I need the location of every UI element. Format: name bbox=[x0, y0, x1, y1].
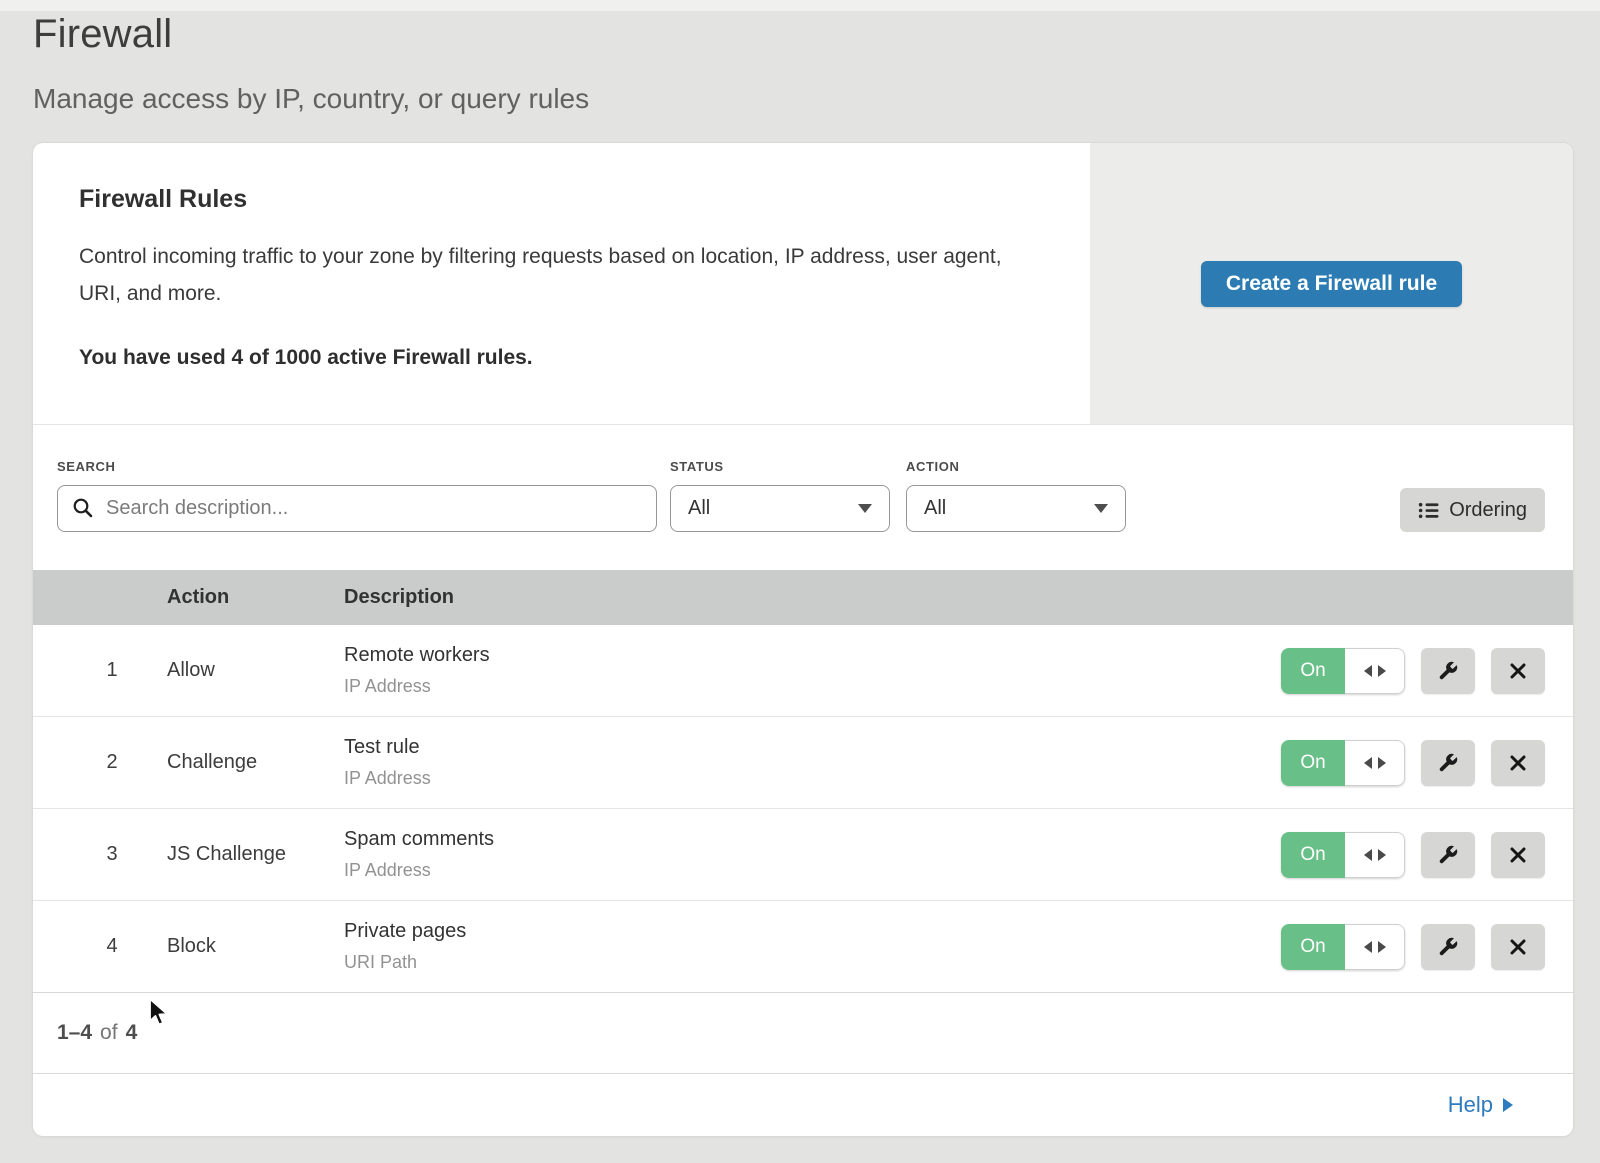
table-row: 3 JS Challenge Spam comments IP Address … bbox=[33, 809, 1573, 901]
rule-priority: 4 bbox=[33, 935, 167, 958]
rule-enabled-toggle[interactable]: On bbox=[1281, 648, 1405, 694]
status-label: STATUS bbox=[670, 459, 890, 474]
toggle-state-label: On bbox=[1281, 740, 1345, 786]
column-header-description: Description bbox=[344, 586, 1233, 609]
toggle-state-label: On bbox=[1281, 832, 1345, 878]
rule-action: Block bbox=[167, 935, 344, 958]
rule-action: Allow bbox=[167, 659, 344, 682]
rule-priority: 2 bbox=[33, 751, 167, 774]
rule-description: Spam comments bbox=[344, 828, 1233, 851]
edit-rule-button[interactable] bbox=[1421, 740, 1475, 786]
wrench-icon bbox=[1437, 660, 1459, 682]
wrench-icon bbox=[1437, 936, 1459, 958]
right-triangle-icon bbox=[1503, 1098, 1513, 1112]
rules-usage-summary: You have used 4 of 1000 active Firewall … bbox=[79, 346, 1030, 370]
rule-enabled-toggle[interactable]: On bbox=[1281, 740, 1405, 786]
rule-controls: On bbox=[1233, 924, 1573, 970]
chevron-down-icon bbox=[858, 504, 872, 513]
create-rule-panel: Create a Firewall rule bbox=[1090, 143, 1573, 424]
toggle-state-label: On bbox=[1281, 648, 1345, 694]
card-footer: Help bbox=[33, 1073, 1573, 1136]
action-select[interactable]: All bbox=[906, 485, 1126, 532]
table-row: 2 Challenge Test rule IP Address On bbox=[33, 717, 1573, 809]
edit-rule-button[interactable] bbox=[1421, 832, 1475, 878]
intro-section: Firewall Rules Control incoming traffic … bbox=[33, 143, 1573, 425]
search-input[interactable] bbox=[57, 485, 657, 532]
status-select[interactable]: All bbox=[670, 485, 890, 532]
page-header: Firewall Manage access by IP, country, o… bbox=[33, 12, 589, 115]
close-icon bbox=[1508, 753, 1528, 773]
table-header-row: Action Description bbox=[33, 570, 1573, 625]
search-icon bbox=[72, 497, 94, 519]
delete-rule-button[interactable] bbox=[1491, 924, 1545, 970]
action-selected-value: All bbox=[924, 497, 946, 520]
create-firewall-rule-button[interactable]: Create a Firewall rule bbox=[1201, 261, 1462, 307]
ordered-list-icon bbox=[1418, 500, 1439, 521]
status-filter-group: STATUS All bbox=[670, 459, 890, 532]
delete-rule-button[interactable] bbox=[1491, 740, 1545, 786]
rule-controls: On bbox=[1233, 832, 1573, 878]
table-row: 1 Allow Remote workers IP Address On bbox=[33, 625, 1573, 717]
rule-description: Test rule bbox=[344, 736, 1233, 759]
wrench-icon bbox=[1437, 752, 1459, 774]
toggle-drag-handle-icon[interactable] bbox=[1345, 924, 1405, 970]
rule-enabled-toggle[interactable]: On bbox=[1281, 832, 1405, 878]
rule-controls: On bbox=[1233, 648, 1573, 694]
search-label: SEARCH bbox=[57, 459, 657, 474]
edit-rule-button[interactable] bbox=[1421, 648, 1475, 694]
toggle-drag-handle-icon[interactable] bbox=[1345, 832, 1405, 878]
status-selected-value: All bbox=[688, 497, 710, 520]
rule-enabled-toggle[interactable]: On bbox=[1281, 924, 1405, 970]
intro-description: Control incoming traffic to your zone by… bbox=[79, 238, 1029, 312]
toggle-drag-handle-icon[interactable] bbox=[1345, 648, 1405, 694]
intro-text-panel: Firewall Rules Control incoming traffic … bbox=[33, 143, 1090, 424]
toggle-state-label: On bbox=[1281, 924, 1345, 970]
pagination-range: 1–4 bbox=[57, 1021, 92, 1045]
pagination-of: of bbox=[100, 1021, 118, 1045]
search-field-wrap bbox=[57, 485, 657, 532]
close-icon bbox=[1508, 937, 1528, 957]
edit-rule-button[interactable] bbox=[1421, 924, 1475, 970]
page-subtitle: Manage access by IP, country, or query r… bbox=[33, 83, 589, 115]
rule-match-field: URI Path bbox=[344, 952, 1233, 973]
rule-priority: 3 bbox=[33, 843, 167, 866]
toggle-drag-handle-icon[interactable] bbox=[1345, 740, 1405, 786]
filters-bar: SEARCH STATUS All ACTION All bbox=[33, 425, 1573, 570]
action-filter-group: ACTION All bbox=[906, 459, 1126, 532]
delete-rule-button[interactable] bbox=[1491, 648, 1545, 694]
wrench-icon bbox=[1437, 844, 1459, 866]
rule-match-field: IP Address bbox=[344, 860, 1233, 881]
close-icon bbox=[1508, 845, 1528, 865]
help-link[interactable]: Help bbox=[1448, 1092, 1513, 1118]
rule-match-field: IP Address bbox=[344, 676, 1233, 697]
close-icon bbox=[1508, 661, 1528, 681]
ordering-button[interactable]: Ordering bbox=[1400, 488, 1545, 532]
ordering-button-label: Ordering bbox=[1449, 499, 1527, 522]
pagination: 1–4 of 4 bbox=[33, 993, 1573, 1073]
intro-heading: Firewall Rules bbox=[79, 185, 1030, 214]
firewall-rules-card: Firewall Rules Control incoming traffic … bbox=[33, 143, 1573, 1136]
rule-action: JS Challenge bbox=[167, 843, 344, 866]
page-title: Firewall bbox=[33, 12, 589, 57]
delete-rule-button[interactable] bbox=[1491, 832, 1545, 878]
search-filter-group: SEARCH bbox=[57, 459, 657, 532]
rule-action: Challenge bbox=[167, 751, 344, 774]
pagination-total: 4 bbox=[126, 1021, 138, 1045]
table-row: 4 Block Private pages URI Path On bbox=[33, 901, 1573, 993]
action-label: ACTION bbox=[906, 459, 1126, 474]
rule-controls: On bbox=[1233, 740, 1573, 786]
chevron-down-icon bbox=[1094, 504, 1108, 513]
help-link-label: Help bbox=[1448, 1092, 1493, 1118]
rule-description: Remote workers bbox=[344, 644, 1233, 667]
rule-match-field: IP Address bbox=[344, 768, 1233, 789]
rule-priority: 1 bbox=[33, 659, 167, 682]
column-header-action: Action bbox=[167, 586, 344, 609]
rule-description: Private pages bbox=[344, 920, 1233, 943]
